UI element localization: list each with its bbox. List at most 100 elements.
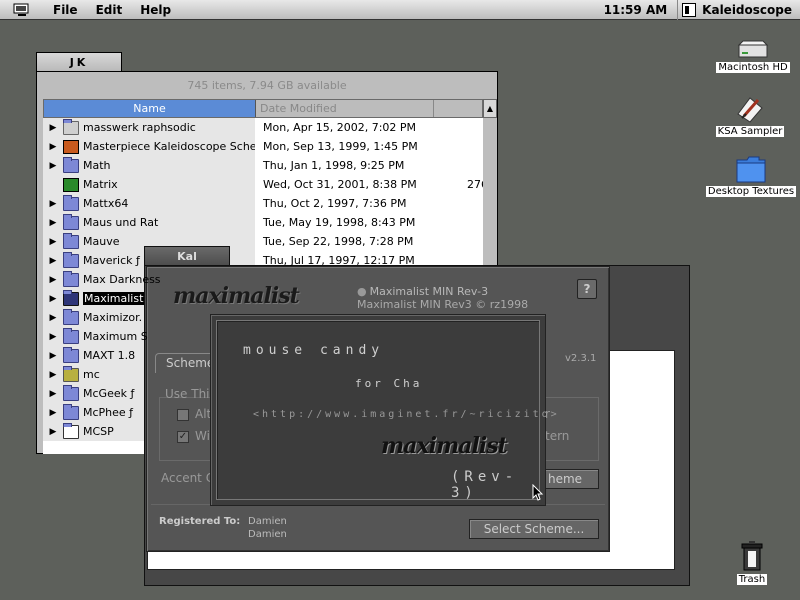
menu-file[interactable]: File (44, 0, 87, 20)
file-name: Math (83, 159, 255, 172)
finder-status-bar: 745 items, 7.94 GB available (187, 79, 347, 92)
apple-menu-icon[interactable] (0, 0, 44, 20)
splash-tagline: mouse candy (243, 343, 385, 358)
column-header-name[interactable]: Name (44, 100, 256, 117)
sort-direction-button[interactable]: ▲ (483, 99, 497, 118)
disclosure-triangle-icon[interactable]: ▶ (43, 123, 63, 133)
file-name: Mauve (83, 235, 255, 248)
disclosure-triangle-icon[interactable]: ▶ (43, 313, 63, 323)
disclosure-triangle-icon[interactable]: ▶ (43, 199, 63, 209)
disclosure-triangle-icon[interactable]: ▶ (43, 218, 63, 228)
file-name: Mattx64 (83, 197, 255, 210)
disclosure-triangle-icon[interactable]: ▶ (43, 275, 63, 285)
disclosure-triangle-icon[interactable]: ▶ (43, 256, 63, 266)
file-name: Matrix (83, 178, 255, 191)
file-name-text: Mattx64 (83, 197, 129, 210)
file-name-text: Math (83, 159, 111, 172)
file-name: Maus und Rat (83, 216, 255, 229)
disclosure-triangle-icon[interactable]: ▶ (43, 142, 63, 152)
face-folder-icon (63, 384, 79, 401)
file-name-text: McGeek ƒ (83, 387, 135, 400)
file-name: Max Darkness (83, 273, 255, 286)
file-name: Masterpiece Kaleidoscope Scheme (83, 140, 255, 153)
file-name: McPhee ƒ (83, 406, 255, 419)
disclosure-triangle-icon[interactable]: ▶ (43, 408, 63, 418)
desktop-icon-label: Trash (736, 574, 768, 585)
column-header-date[interactable]: Date Modified (256, 100, 434, 117)
list-item[interactable]: ▶ Maus und Rat Tue, May 19, 1998, 8:43 PM (43, 213, 483, 232)
folder-icon (63, 270, 79, 287)
file-date: Tue, Sep 22, 1998, 7:28 PM (263, 235, 414, 248)
list-item[interactable]: ▶ Mattx64 Thu, Oct 2, 1997, 7:36 PM (43, 194, 483, 213)
list-item[interactable]: ▶ masswerk raphsodic Mon, Apr 15, 2002, 7:… (43, 118, 483, 137)
disclosure-triangle-icon[interactable]: ▶ (43, 161, 63, 171)
disclosure-triangle-icon[interactable]: ▶ (43, 294, 63, 304)
folder-icon (63, 156, 79, 173)
file-name-text: mc (83, 368, 100, 381)
file-name-text: Masterpiece Kaleidoscope Scheme (83, 140, 255, 153)
hard-drive-icon (737, 40, 769, 58)
menu-clock[interactable]: 11:59 AM (594, 0, 678, 20)
file-name-text: Max Darkness (83, 273, 161, 286)
application-icon (63, 177, 79, 192)
file-name: Maximum S (83, 330, 255, 343)
list-item[interactable]: ▶ Math Thu, Jan 1, 1998, 9:25 PM (43, 156, 483, 175)
file-date: Mon, Sep 13, 1999, 1:45 PM (263, 140, 418, 153)
file-size: 276 (467, 178, 483, 191)
help-button[interactable]: ? (577, 279, 597, 299)
folder-icon (63, 308, 79, 325)
file-date: Mon, Apr 15, 2002, 7:02 PM (263, 121, 417, 134)
column-header-size[interactable] (434, 100, 482, 117)
file-name-text: MCSP (83, 425, 114, 438)
kaleidoscope-app-icon (682, 2, 697, 17)
file-name: masswerk raphsodic (83, 121, 255, 134)
file-name-text: Maximalist (83, 292, 145, 305)
file-name: McGeek ƒ (83, 387, 255, 400)
active-app-name: Kaleidoscope (702, 2, 792, 17)
registered-organization: Damien (248, 529, 287, 540)
finder-window-tab[interactable]: JK (36, 52, 122, 72)
dialog-title: ● Maximalist MIN Rev-3 (357, 285, 488, 298)
file-date: Thu, Jul 17, 1997, 12:17 PM (263, 254, 415, 267)
disclosure-triangle-icon[interactable]: ▶ (43, 389, 63, 399)
menu-bar: File Edit Help 11:59 AM Kaleidoscope (0, 0, 800, 20)
list-item[interactable]: Matrix Wed, Oct 31, 2001, 8:38 PM 276 (43, 175, 483, 194)
file-name: MCSP (83, 425, 255, 438)
bullet-icon: ● (357, 285, 367, 298)
file-name: Maximizor. (83, 311, 255, 324)
dialog-title-text: Maximalist MIN Rev-3 (369, 285, 489, 298)
file-name-text: Mauve (83, 235, 120, 248)
disclosure-triangle-icon[interactable]: ▶ (43, 332, 63, 342)
disclosure-triangle-icon[interactable]: ▶ (43, 237, 63, 247)
application-menu[interactable]: Kaleidoscope (677, 0, 800, 20)
menu-edit[interactable]: Edit (87, 0, 132, 20)
file-date: Thu, Oct 2, 1997, 7:36 PM (263, 197, 407, 210)
pen-tool-icon (737, 97, 763, 123)
file-name-text: McPhee ƒ (83, 406, 134, 419)
picture-icon (63, 139, 79, 154)
desktop-icon-label: Macintosh HD (716, 62, 790, 73)
menu-help[interactable]: Help (131, 0, 180, 20)
disclosure-triangle-icon[interactable]: ▶ (43, 370, 63, 380)
splash-dedication: for Cha (355, 377, 423, 390)
file-name-text: Maverick ƒ (83, 254, 140, 267)
registered-to-label: Registered To: (159, 516, 241, 527)
desktop-icon-label: KSA Sampler (715, 126, 785, 137)
disclosure-triangle-icon[interactable]: ▶ (43, 351, 63, 361)
splash-url: <http://www.imaginet.fr/~ricizito> (253, 409, 560, 420)
desktop-icon-macintosh-hd[interactable]: Macintosh HD (716, 40, 790, 73)
list-item[interactable]: ▶ Masterpiece Kaleidoscope Scheme Mon, Sep… (43, 137, 483, 156)
file-name-text: masswerk raphsodic (83, 121, 196, 134)
folder-icon (63, 422, 79, 439)
folder-icon (63, 346, 79, 363)
desktop-icon-label: Desktop Textures (705, 186, 797, 197)
folder-icon (63, 232, 79, 249)
select-scheme-button[interactable]: Select Scheme... (469, 519, 599, 539)
file-name: Maverick ƒ (83, 254, 255, 267)
desktop-icon-trash[interactable]: Trash (730, 540, 774, 585)
disclosure-triangle-icon[interactable]: ▶ (43, 427, 63, 437)
desktop-icon-desktop-textures[interactable]: Desktop Textures (704, 154, 798, 197)
option-right-label-2: tern (545, 429, 570, 443)
desktop-icon-ksa-sampler[interactable]: KSA Sampler (710, 94, 790, 137)
about-splash[interactable]: mouse candy for Cha <http://www.imaginet… (210, 314, 557, 506)
